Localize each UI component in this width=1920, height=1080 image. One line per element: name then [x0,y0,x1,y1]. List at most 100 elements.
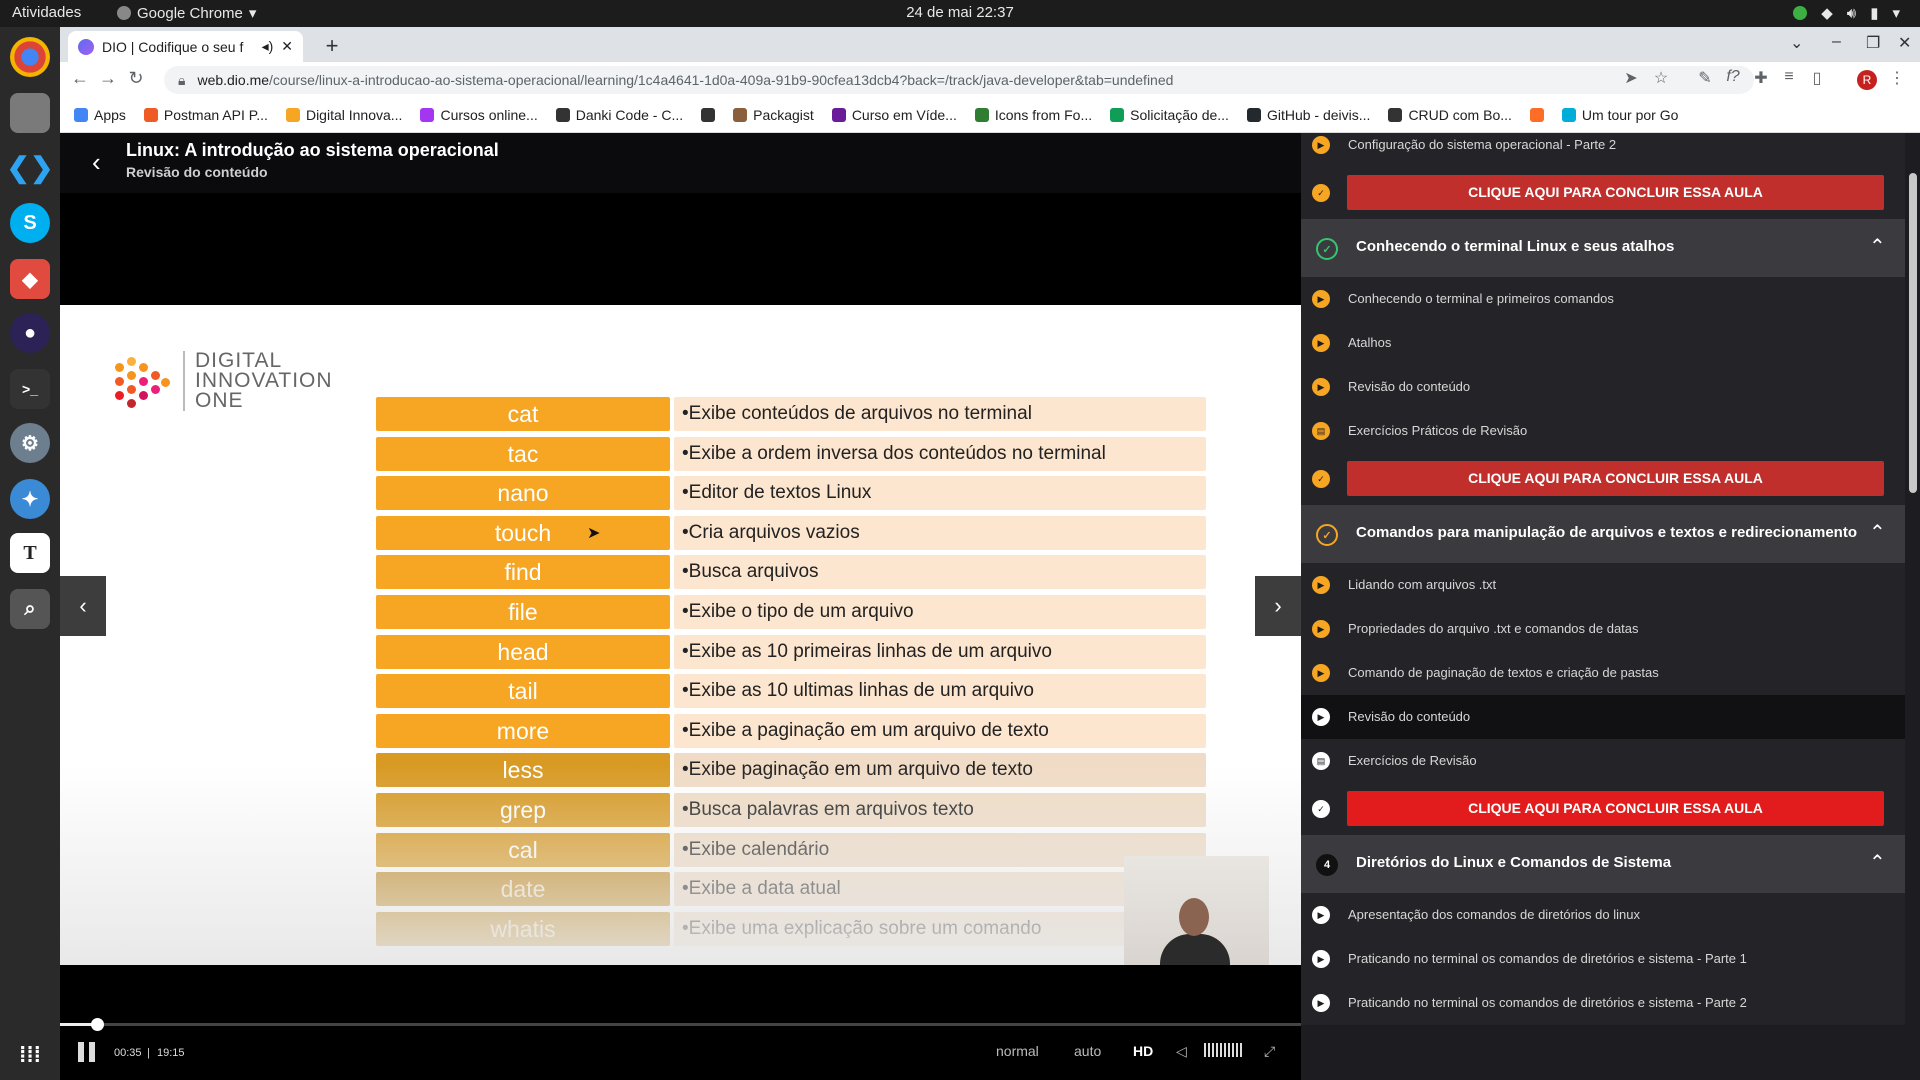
hd-button[interactable]: HD [1133,1043,1153,1059]
files-dock-icon[interactable] [10,93,50,133]
lesson-item[interactable]: ▤ Exercícios Práticos de Revisão [1301,409,1905,453]
activities-button[interactable]: Atividades [12,4,81,21]
vscode-dock-icon[interactable]: ❮❯ [7,147,54,187]
bookmark-item[interactable]: Digital Innova... [285,107,402,123]
lesson-item[interactable]: ▶ Atalhos [1301,321,1905,365]
chevron-up-icon[interactable]: ⌃ [1869,520,1886,545]
bookmark-favicon-icon [143,108,158,122]
lesson-item[interactable]: ▤ Exercícios de Revisão [1301,739,1905,783]
chevron-up-icon[interactable]: ⌃ [1869,850,1886,875]
back-button[interactable]: ← [68,68,92,89]
bookmark-item[interactable]: GitHub - deivis... [1246,107,1370,123]
concluir-aula-button[interactable]: CLIQUE AQUI PARA CONCLUIR ESSA AULA [1347,175,1884,210]
reading-list-icon[interactable]: ≡ [1778,68,1800,86]
side-panel-icon[interactable]: ▯ [1806,68,1828,88]
terminal-dock-icon[interactable]: >_ [10,369,50,409]
profile-avatar[interactable]: R [1857,70,1877,90]
extensions-puzzle-icon[interactable]: ✚ [1750,68,1772,88]
postman-dock-icon[interactable]: ◆ [10,259,50,299]
command-name: date [376,872,670,907]
command-description: •Exibe a paginação em um arquivo de text… [674,713,1206,748]
lesson-item[interactable]: ▶ Revisão do conteúdo [1301,365,1905,409]
module-header[interactable]: ✓ Conhecendo o terminal Linux e seus atal… [1301,219,1905,277]
chrome-menu-icon[interactable]: ⋮ [1886,68,1908,88]
bookmark-item[interactable]: Apps [74,107,126,123]
tab-search-icon[interactable]: ⌄ [1790,33,1803,53]
send-to-device-icon[interactable]: ➤ [1620,68,1642,88]
screenshot-dock-icon[interactable]: ⌕ [10,589,50,629]
sidebar-scrollbar[interactable] [1909,173,1917,493]
show-apps-icon[interactable]: ⁞⁞⁞ [10,1035,50,1075]
bookmark-item[interactable]: Icons from Fo... [974,107,1092,123]
progress-knob[interactable] [91,1018,105,1031]
close-tab-icon[interactable]: ✕ [281,38,293,55]
mute-icon[interactable]: ◁ [1176,1043,1187,1060]
lesson-item[interactable]: ▶ Configuração do sistema operacional - P… [1301,133,1905,167]
close-window-button[interactable]: ✕ [1898,33,1911,53]
tab-dio[interactable]: DIO | Codifique o seu f ◂) ✕ [68,31,303,62]
module-header[interactable]: ✓ Comandos para manipulação de arquivos e… [1301,505,1905,563]
bookmark-item[interactable]: Packagist [733,107,814,123]
lesson-item[interactable]: ▶ Lidando com arquivos .txt [1301,563,1905,607]
clock[interactable]: 24 de mai 22:37 [0,4,1920,21]
typora-dock-icon[interactable]: T [10,533,50,573]
bookmark-item[interactable]: Um tour por Go [1561,107,1678,123]
new-tab-button[interactable]: + [318,33,346,59]
eclipse-dock-icon[interactable]: ● [10,313,50,353]
command-row: less •Exibe paginação em um arquivo de te… [376,753,1206,788]
chrome-dock-icon[interactable] [10,37,50,77]
pause-button[interactable] [78,1042,96,1062]
next-slide-button[interactable]: › [1255,576,1301,636]
progress-bar[interactable] [60,1018,1301,1031]
tool-dock-icon[interactable]: ✦ [10,479,50,519]
maximize-button[interactable]: ❐ [1866,33,1880,53]
reload-button[interactable]: ↻ [124,68,148,89]
bookmark-favicon-icon [285,108,300,122]
skype-dock-icon[interactable]: S [10,203,50,243]
command-row: head •Exibe as 10 primeiras linhas de um … [376,634,1206,669]
playback-speed-button[interactable]: normal [996,1043,1039,1059]
bookmark-item[interactable]: Curso em Víde... [831,107,957,123]
forward-button[interactable]: → [96,68,120,89]
app-menu[interactable]: Google Chrome ▾ [117,4,256,22]
current-time: 00:35 [114,1047,142,1059]
lock-icon[interactable]: 🔒︎ [178,72,185,89]
lesson-item[interactable]: ▶ Comando de paginação de textos e criaçã… [1301,651,1905,695]
lesson-item[interactable]: ▶ Revisão do conteúdo [1301,695,1905,739]
settings-dock-icon[interactable]: ⚙ [10,423,50,463]
bookmark-item[interactable] [701,108,716,122]
command-description: •Exibe a ordem inversa dos conteúdos no … [674,436,1206,471]
play-icon: ▶ [1312,136,1330,154]
audio-playing-icon[interactable]: ◂) [262,38,274,55]
video-frame[interactable]: DIGITAL INNOVATION ONE cat •Exibe conteúd… [60,305,1301,965]
concluir-aula-button[interactable]: CLIQUE AQUI PARA CONCLUIR ESSA AULA [1347,791,1884,826]
lesson-item[interactable]: ▶ Praticando no terminal os comandos de d… [1301,937,1905,981]
bookmark-item[interactable]: Solicitação de... [1110,107,1229,123]
back-chevron-icon[interactable]: ‹ [92,147,101,178]
chevron-up-icon[interactable]: ⌃ [1869,234,1886,259]
bookmark-item[interactable] [1529,108,1544,122]
command-row: tail •Exibe as 10 ultimas linhas de um ar… [376,674,1206,709]
module-header[interactable]: 4 Diretórios do Linux e Comandos de Siste… [1301,835,1905,893]
lesson-label: Revisão do conteúdo [1348,379,1471,394]
eyedropper-extension-icon[interactable]: ✎ [1694,68,1716,88]
bookmark-item[interactable]: CRUD com Bo... [1388,107,1512,123]
check-icon: ✓ [1312,800,1330,818]
lesson-item[interactable]: ▶ Praticando no terminal os comandos de d… [1301,981,1905,1025]
lesson-item[interactable]: ▶ Conhecendo o terminal e primeiros coman… [1301,277,1905,321]
lesson-item[interactable]: ▶ Propriedades do arquivo .txt e comandos… [1301,607,1905,651]
bookmark-item[interactable]: Danki Code - C... [555,107,683,123]
previous-slide-button[interactable]: ‹ [60,576,106,636]
address-bar[interactable]: 🔒︎ web.dio.me/course/linux-a-introducao-… [164,66,1754,94]
system-tray[interactable]: ◆ 🔊︎ ▮ ▾ [1793,4,1900,22]
concluir-aula-button[interactable]: CLIQUE AQUI PARA CONCLUIR ESSA AULA [1347,461,1884,496]
formula-extension-icon[interactable]: f? [1722,68,1744,86]
lesson-item[interactable]: ▶ Apresentação dos comandos de diretórios… [1301,893,1905,937]
minimize-button[interactable]: – [1832,33,1841,51]
fullscreen-icon[interactable]: ⤢ [1264,1043,1275,1060]
quality-auto-button[interactable]: auto [1074,1043,1101,1059]
volume-slider[interactable] [1204,1043,1244,1057]
bookmark-item[interactable]: Postman API P... [143,107,268,123]
bookmark-item[interactable]: Cursos online... [420,107,538,123]
bookmark-star-icon[interactable]: ☆ [1650,68,1672,88]
